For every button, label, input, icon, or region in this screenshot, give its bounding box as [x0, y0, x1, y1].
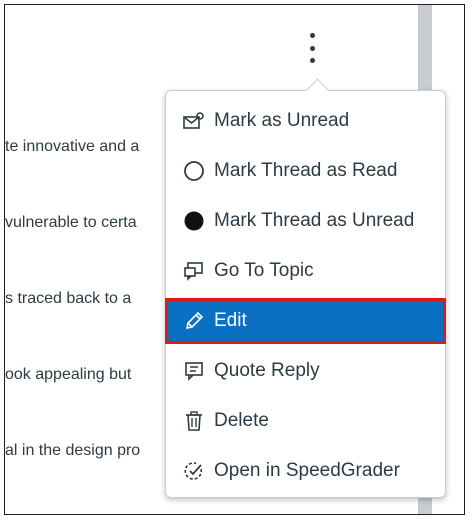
menu-item-label: Go To Topic [214, 260, 314, 281]
post-text-line: s traced back to a [5, 290, 132, 307]
dot-icon [309, 58, 315, 63]
dot-icon [309, 45, 315, 51]
trash-icon [182, 409, 206, 433]
menu-item-label: Delete [214, 410, 269, 431]
menu-item-delete[interactable]: Delete [166, 399, 445, 443]
post-options-menu: Mark as Unread Mark Thread as Read Mark … [165, 78, 446, 498]
menu-item-quote-reply[interactable]: Quote Reply [166, 349, 445, 393]
menu-item-label: Quote Reply [214, 360, 320, 381]
pencil-icon [182, 309, 206, 333]
menu-item-mark-thread-unread[interactable]: Mark Thread as Unread [166, 199, 445, 243]
dot-icon [309, 33, 315, 38]
menu-item-edit[interactable]: Edit [165, 298, 446, 344]
speedgrader-icon [182, 459, 206, 483]
post-text-line: ook appealing but [5, 366, 132, 383]
menu-item-label: Edit [214, 310, 247, 331]
quote-reply-icon [182, 359, 206, 383]
menu-item-go-to-topic[interactable]: Go To Topic [166, 249, 445, 293]
menu-item-label: Mark Thread as Unread [214, 210, 415, 231]
more-options-button[interactable] [305, 33, 319, 63]
menu-item-mark-thread-read[interactable]: Mark Thread as Read [166, 149, 445, 193]
menu-item-mark-as-unread[interactable]: Mark as Unread [166, 99, 445, 143]
app-frame: te innovative and a vulnerable to certa … [4, 4, 465, 515]
mail-unread-icon [182, 109, 206, 133]
menu-item-label: Mark Thread as Read [214, 160, 398, 181]
filled-circle-icon [182, 209, 206, 233]
post-text-line: vulnerable to certa [5, 214, 137, 231]
menu-item-label: Mark as Unread [214, 110, 350, 131]
menu-item-label: Open in SpeedGrader [214, 460, 400, 481]
discussion-icon [182, 259, 206, 283]
menu-item-open-in-speedgrader[interactable]: Open in SpeedGrader [166, 449, 445, 493]
post-text-line: te innovative and a [5, 138, 140, 155]
post-text-line: al in the design pro [5, 442, 141, 459]
empty-circle-icon [182, 159, 206, 183]
